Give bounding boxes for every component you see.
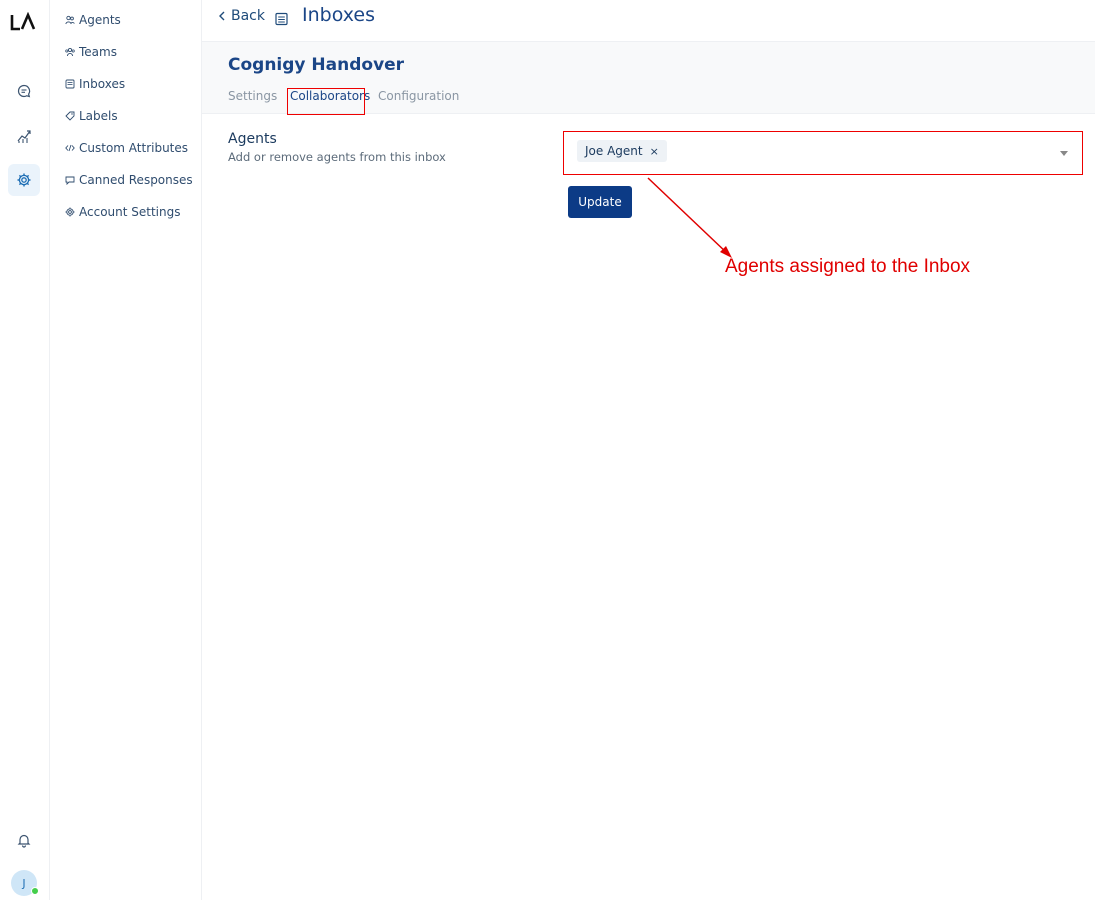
message-icon — [64, 174, 76, 186]
sidebar-item-labels[interactable]: Labels — [64, 106, 118, 126]
sidebar-item-label: Agents — [79, 13, 121, 27]
selected-agent-name: Joe Agent — [585, 144, 643, 158]
app-logo[interactable] — [9, 11, 39, 34]
inbox-icon — [275, 11, 288, 30]
page-title: Inboxes — [302, 4, 375, 26]
sidebar-item-teams[interactable]: Teams — [64, 42, 117, 62]
chevron-down-icon[interactable] — [1060, 151, 1068, 156]
code-icon — [64, 142, 76, 154]
sidebar-item-label: Account Settings — [79, 205, 181, 219]
collaborators-tab-highlight-box — [287, 88, 365, 115]
back-label: Back — [231, 8, 265, 24]
back-button[interactable]: Back — [218, 8, 265, 24]
sidebar-item-label: Labels — [79, 109, 118, 123]
sidebar-item-account-settings[interactable]: Account Settings — [64, 202, 180, 222]
agents-multiselect[interactable]: Joe Agent × — [563, 131, 1083, 175]
sidebar-item-canned-responses[interactable]: Canned Responses — [64, 170, 193, 190]
sidebar-item-inboxes[interactable]: Inboxes — [64, 74, 125, 94]
sidebar-item-label: Custom Attributes — [79, 141, 189, 155]
reports-chart-icon — [17, 130, 31, 143]
inbox-name: Cognigy Handover — [228, 55, 405, 75]
bell-icon — [17, 834, 31, 848]
page-header: Back Inboxes — [202, 0, 1095, 42]
sidebar-item-label: Inboxes — [79, 77, 126, 91]
tab-settings[interactable]: Settings — [228, 89, 277, 103]
agents-section-description: Add or remove agents from this inbox — [228, 150, 446, 164]
gear-icon — [17, 173, 31, 187]
settings-sidebar: Agents Teams Inboxes Labels Custom Attri… — [50, 0, 202, 900]
logo-mark-icon — [10, 11, 36, 31]
inbox-settings-header: Cognigy Handover Settings Collaborators … — [202, 42, 1095, 115]
update-button[interactable]: Update — [568, 186, 632, 218]
rail-settings-button[interactable] — [8, 164, 40, 196]
gear-icon — [64, 206, 76, 218]
remove-agent-icon[interactable]: × — [650, 145, 659, 158]
rail-reports-button[interactable] — [8, 120, 40, 152]
selected-agent-tag: Joe Agent × — [577, 140, 667, 162]
avatar-initial: J — [22, 876, 26, 890]
sidebar-item-agents[interactable]: Agents — [64, 10, 121, 30]
inbox-icon — [64, 78, 76, 90]
primary-nav-rail: J — [0, 0, 50, 900]
chevron-left-icon — [219, 11, 225, 21]
annotation-text: Agents assigned to the Inbox — [725, 256, 971, 277]
teams-icon — [64, 46, 76, 58]
rail-conversations-button[interactable] — [8, 75, 40, 107]
agents-icon — [64, 14, 76, 26]
annotation-arrow-icon — [647, 177, 732, 258]
sidebar-item-label: Teams — [79, 45, 117, 59]
tag-icon — [64, 110, 76, 122]
sidebar-item-label: Canned Responses — [79, 173, 193, 187]
chat-bubble-icon — [17, 84, 31, 98]
sidebar-item-custom-attributes[interactable]: Custom Attributes — [64, 138, 188, 158]
agents-section-title: Agents — [228, 131, 277, 147]
online-status-indicator — [31, 887, 39, 895]
rail-notifications-button[interactable] — [8, 824, 40, 856]
user-avatar[interactable]: J — [11, 870, 39, 896]
tab-configuration[interactable]: Configuration — [378, 89, 459, 103]
